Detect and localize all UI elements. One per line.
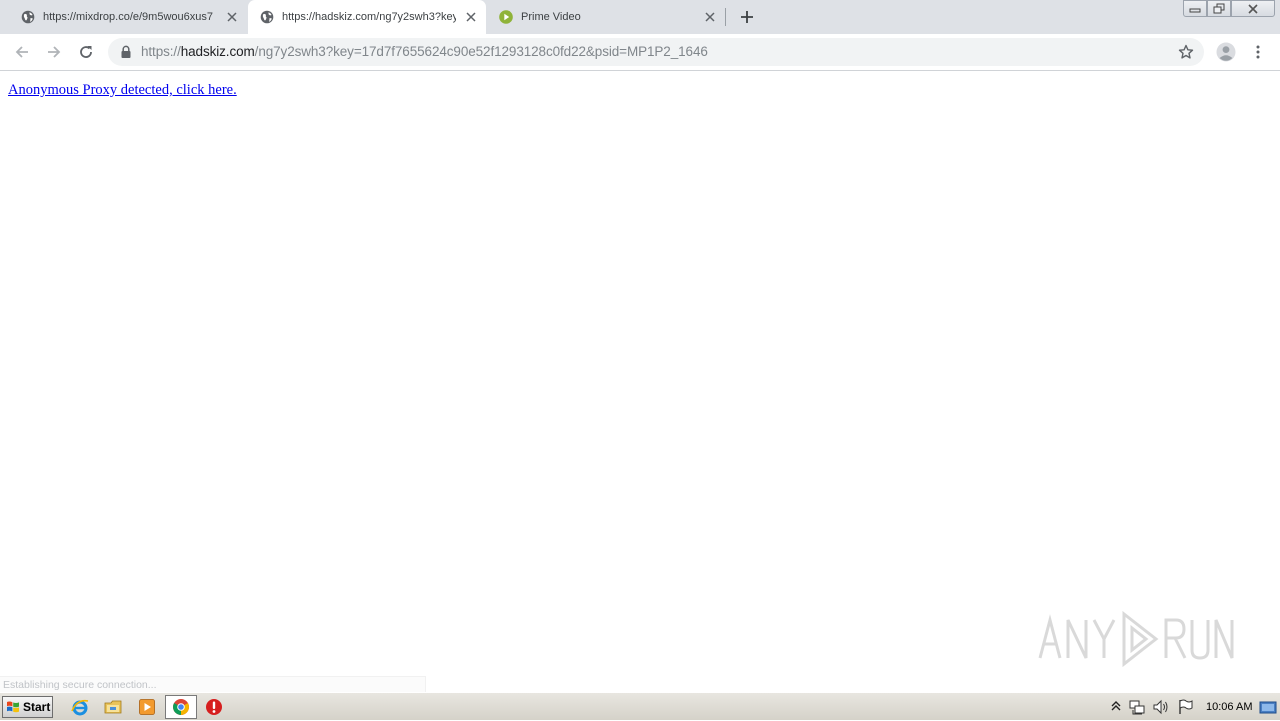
new-tab-button[interactable]	[738, 8, 756, 26]
start-label: Start	[23, 700, 51, 714]
maximize-button[interactable]	[1207, 0, 1231, 17]
close-icon	[227, 12, 237, 22]
tab-title: Prime Video	[521, 11, 581, 23]
restore-icon	[1213, 3, 1225, 14]
close-icon	[705, 12, 715, 22]
action-center-flag-icon[interactable]	[1176, 697, 1194, 717]
url-path: /ng7y2swh3?key=17d7f7655624c90e52f129312…	[254, 44, 708, 59]
tab-title: https://mixdrop.co/e/9m5wou6xus7	[43, 11, 213, 23]
back-button[interactable]	[12, 42, 32, 62]
tab-mixdrop[interactable]: https://mixdrop.co/e/9m5wou6xus7	[8, 0, 246, 34]
tab-hadskiz[interactable]: https://hadskiz.com/ng7y2swh3?key=17d7f7…	[248, 0, 486, 34]
address-bar[interactable]: https://hadskiz.com/ng7y2swh3?key=17d7f7…	[108, 38, 1204, 66]
close-window-button[interactable]	[1231, 0, 1275, 17]
bookmark-star-icon[interactable]	[1178, 44, 1194, 60]
lock-icon[interactable]	[120, 45, 132, 59]
tab-separator	[725, 8, 726, 26]
globe-icon	[21, 10, 35, 24]
tab-title: https://hadskiz.com/ng7y2swh3?key=17d7f7…	[282, 11, 456, 23]
anyrun-watermark-logo	[1038, 610, 1234, 668]
plus-icon	[741, 11, 753, 23]
tab-strip: https://mixdrop.co/e/9m5wou6xus7 https:/…	[0, 0, 1280, 34]
page-viewport: Anonymous Proxy detected, click here. Es…	[0, 72, 1280, 692]
reload-icon	[80, 46, 92, 58]
browser-toolbar: https://hadskiz.com/ng7y2swh3?key=17d7f7…	[0, 34, 1280, 71]
tab-close-button[interactable]	[703, 10, 717, 24]
taskbar-chrome-button[interactable]	[165, 695, 197, 719]
status-bubble: Establishing secure connection...	[0, 676, 426, 692]
arrow-right-icon	[48, 46, 61, 58]
arrow-left-icon	[15, 46, 28, 58]
minimize-icon	[1189, 8, 1201, 12]
tab-prime-video[interactable]: Prime Video	[486, 0, 724, 34]
browser-menu-button[interactable]	[1250, 42, 1266, 62]
reload-button[interactable]	[76, 42, 96, 62]
file-explorer-icon[interactable]	[104, 698, 122, 716]
url-scheme: https://	[141, 44, 181, 59]
warning-stop-icon[interactable]	[205, 698, 223, 716]
start-button[interactable]: Start	[2, 696, 53, 718]
chrome-icon	[173, 699, 189, 715]
close-icon	[466, 12, 476, 22]
url-host: hadskiz.com	[180, 44, 255, 59]
tab-close-button[interactable]	[464, 10, 478, 24]
tray-expand-icon[interactable]	[1110, 697, 1122, 717]
tab-close-button[interactable]	[225, 10, 239, 24]
close-icon	[1248, 3, 1258, 14]
url-text[interactable]: https://hadskiz.com/ng7y2swh3?key=17d7f7…	[141, 44, 708, 60]
profile-avatar-icon[interactable]	[1216, 42, 1236, 62]
network-icon[interactable]	[1128, 697, 1146, 717]
windows-taskbar: Start 10:06 AM	[0, 692, 1280, 720]
globe-icon	[260, 10, 274, 24]
media-player-icon[interactable]	[138, 698, 156, 716]
volume-icon[interactable]	[1152, 697, 1170, 717]
internet-explorer-icon[interactable]	[71, 698, 89, 716]
windows-logo-icon	[7, 701, 19, 713]
forward-button[interactable]	[44, 42, 64, 62]
proxy-detected-link[interactable]: Anonymous Proxy detected, click here.	[8, 82, 237, 99]
taskbar-clock[interactable]: 10:06 AM	[1206, 693, 1252, 721]
more-vertical-icon	[1256, 45, 1260, 59]
show-desktop-icon[interactable]	[1258, 697, 1278, 717]
play-circle-icon	[499, 10, 513, 24]
minimize-button[interactable]	[1183, 0, 1207, 17]
